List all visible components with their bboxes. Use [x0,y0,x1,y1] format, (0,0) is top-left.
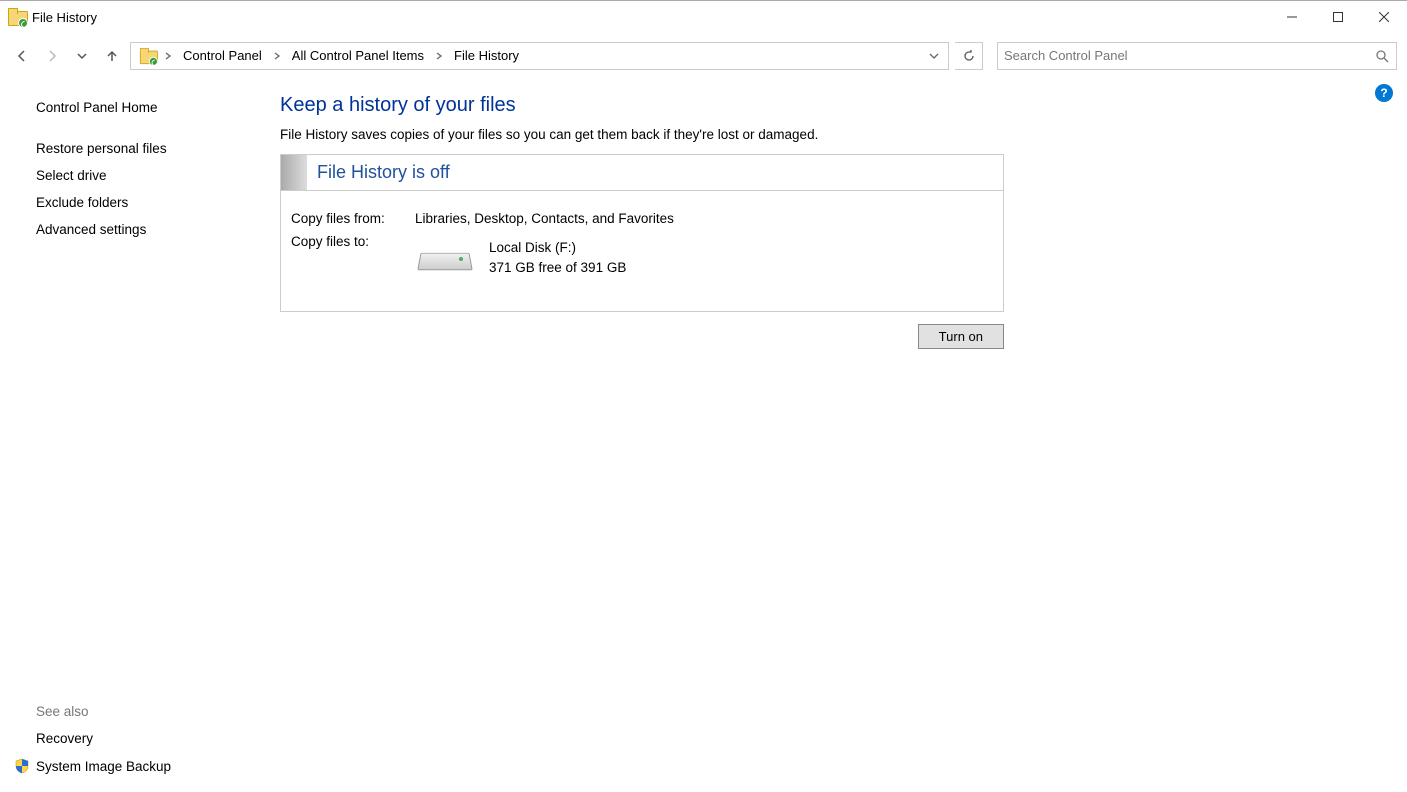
refresh-button[interactable] [955,42,983,70]
turn-on-button[interactable]: Turn on [918,324,1004,349]
titlebar: File History [0,1,1407,33]
action-row: Turn on [280,324,1004,349]
sidebar-home[interactable]: Control Panel Home [36,94,260,121]
breadcrumb-all-items[interactable]: All Control Panel Items [284,43,432,69]
search-input[interactable] [1004,48,1374,63]
page-subtitle: File History saves copies of your files … [280,127,1407,142]
see-also-label: See also [36,698,260,725]
recent-locations-button[interactable] [70,44,94,68]
search-icon[interactable] [1374,48,1390,64]
sidebar-advanced-settings[interactable]: Advanced settings [36,216,260,243]
maximize-button[interactable] [1315,1,1361,33]
sidebar-recovery[interactable]: Recovery [36,725,260,752]
file-history-icon [8,8,26,26]
status-flag-icon [281,155,307,190]
breadcrumb-file-history[interactable]: File History [446,43,527,69]
sidebar: Control Panel Home Restore personal file… [0,84,260,790]
sidebar-select-drive[interactable]: Select drive [36,162,260,189]
sidebar-exclude-folders[interactable]: Exclude folders [36,189,260,216]
drive-block: Local Disk (F:) 371 GB free of 391 GB [415,238,626,279]
drive-icon [415,241,473,275]
body: Control Panel Home Restore personal file… [0,84,1407,790]
status-panel: File History is off Copy files from: Lib… [280,154,1004,312]
breadcrumb-control-panel[interactable]: Control Panel [175,43,270,69]
copy-to-label: Copy files to: [291,234,415,279]
titlebar-left: File History [8,8,97,26]
sidebar-restore-personal-files[interactable]: Restore personal files [36,135,260,162]
address-bar[interactable]: Control Panel All Control Panel Items Fi… [130,42,949,70]
help-icon: ? [1380,86,1387,100]
panel-title: File History is off [307,162,450,183]
sidebar-item-label: System Image Backup [36,759,171,774]
panel-header: File History is off [281,155,1003,191]
nav-row: Control Panel All Control Panel Items Fi… [0,39,1407,72]
back-button[interactable] [10,44,34,68]
panel-body: Copy files from: Libraries, Desktop, Con… [281,191,1003,311]
chevron-right-icon[interactable] [270,52,284,60]
forward-button[interactable] [40,44,64,68]
minimize-button[interactable] [1269,1,1315,33]
address-dropdown[interactable] [924,43,944,69]
up-button[interactable] [100,44,124,68]
shield-icon [14,758,30,774]
page-title: Keep a history of your files [280,94,1407,117]
copy-from-value: Libraries, Desktop, Contacts, and Favori… [415,211,674,226]
search-box[interactable] [997,42,1397,70]
help-button[interactable]: ? [1375,84,1393,102]
chevron-right-icon[interactable] [432,52,446,60]
window-controls [1269,1,1407,33]
chevron-right-icon[interactable] [161,52,175,60]
sidebar-system-image-backup[interactable]: System Image Backup [14,752,260,780]
main: ? Keep a history of your files File Hist… [260,84,1407,790]
copy-from-label: Copy files from: [291,211,415,226]
close-button[interactable] [1361,1,1407,33]
window-title: File History [32,10,97,25]
drive-space: 371 GB free of 391 GB [489,258,626,278]
drive-name: Local Disk (F:) [489,238,626,258]
address-icon [135,47,161,65]
